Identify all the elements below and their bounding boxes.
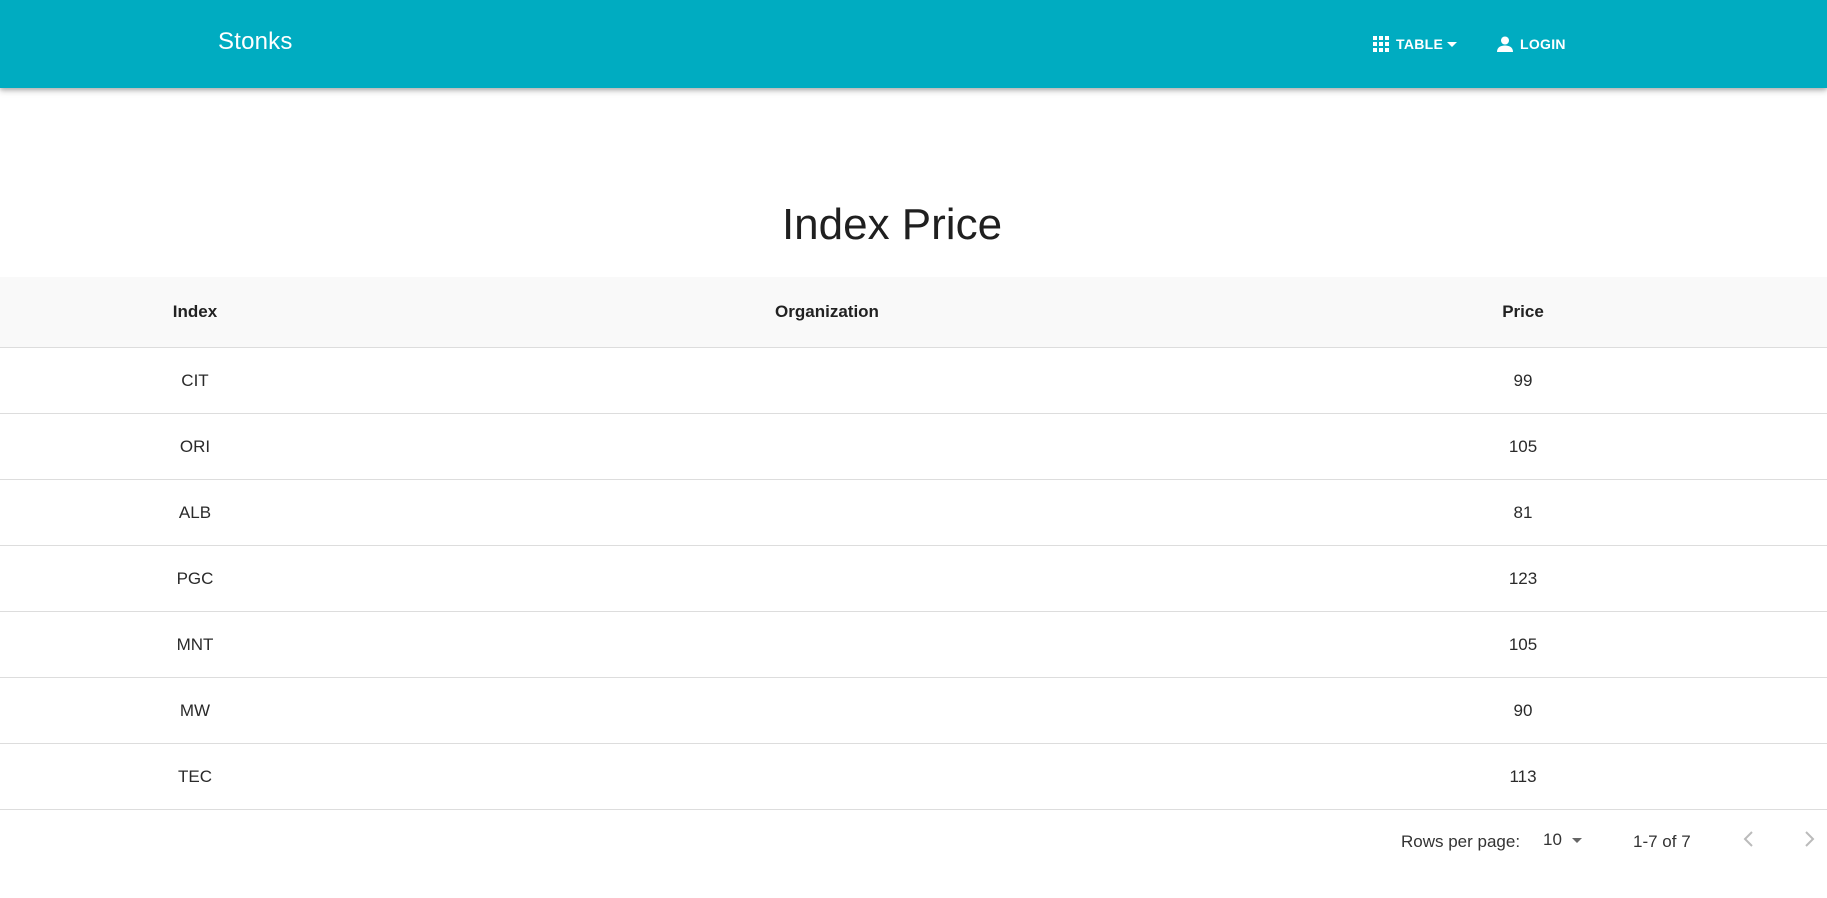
cell-index: ALB	[178, 503, 212, 522]
app-bar: Stonks TABLE LOGIN	[0, 0, 1827, 88]
rows-per-page-select[interactable]: 10	[1543, 830, 1584, 850]
cell-organization	[727, 348, 927, 413]
cell-organization	[727, 546, 927, 611]
table-menu-button[interactable]: TABLE	[1373, 30, 1458, 58]
caret-down-icon	[1446, 38, 1458, 50]
cell-price: 113	[1509, 767, 1537, 786]
rows-per-page-value: 10	[1543, 830, 1562, 849]
cell-index: CIT	[181, 371, 209, 390]
cell-index: MW	[179, 701, 211, 720]
login-button[interactable]: LOGIN	[1497, 30, 1566, 58]
column-header-organization[interactable]: Organization	[727, 277, 927, 347]
column-header-index[interactable]: Index	[95, 277, 295, 347]
cell-organization	[727, 414, 927, 479]
cell-organization	[727, 744, 927, 809]
chevron-left-icon	[1742, 830, 1756, 853]
apps-grid-icon	[1373, 36, 1389, 52]
chevron-right-icon	[1802, 830, 1816, 853]
cell-index: ORI	[179, 437, 211, 456]
index-price-table: Index Organization Price CIT 99 ORI 105 …	[0, 277, 1827, 810]
table-row[interactable]: ALB 81	[0, 480, 1827, 546]
cell-organization	[727, 480, 927, 545]
page-range-text: 1-7 of 7	[1633, 832, 1691, 851]
cell-price: 123	[1508, 569, 1538, 588]
rows-per-page-label: Rows per page:	[1401, 832, 1521, 851]
table-row[interactable]: MW 90	[0, 678, 1827, 744]
cell-price: 105	[1508, 437, 1538, 456]
table-menu-label: TABLE	[1396, 36, 1444, 52]
cell-price: 90	[1513, 701, 1533, 720]
login-label: LOGIN	[1520, 36, 1566, 52]
table-row[interactable]: ORI 105	[0, 414, 1827, 480]
cell-index: TEC	[178, 767, 212, 786]
cell-index: MNT	[176, 635, 214, 654]
caret-down-icon	[1570, 833, 1584, 847]
previous-page-button[interactable]	[1734, 826, 1764, 856]
cell-organization	[727, 678, 927, 743]
table-row[interactable]: TEC 113	[0, 744, 1827, 810]
cell-price: 81	[1513, 503, 1533, 522]
cell-index: PGC	[176, 569, 214, 588]
next-page-button[interactable]	[1794, 826, 1824, 856]
table-pagination: Rows per page: 10 1-7 of 7	[0, 812, 1827, 872]
cell-price: 99	[1513, 371, 1533, 390]
table-row[interactable]: CIT 99	[0, 348, 1827, 414]
table-row[interactable]: PGC 123	[0, 546, 1827, 612]
table-header-row: Index Organization Price	[0, 277, 1827, 348]
column-header-price[interactable]: Price	[1423, 277, 1623, 347]
cell-organization	[727, 612, 927, 677]
table-row[interactable]: MNT 105	[0, 612, 1827, 678]
cell-price: 105	[1508, 635, 1538, 654]
page-title: Index Price	[781, 200, 1003, 249]
brand-title[interactable]: Stonks	[218, 28, 293, 56]
person-icon	[1497, 36, 1513, 52]
